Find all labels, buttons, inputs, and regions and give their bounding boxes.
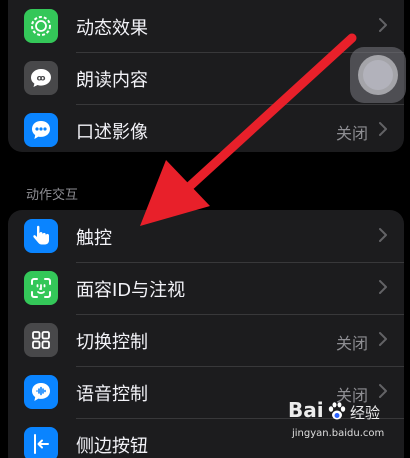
chevron-right-icon [379, 280, 387, 294]
voice-control-icon [24, 375, 58, 409]
settings-row-audio-descriptions[interactable]: 口述影像 关闭 [8, 104, 404, 152]
settings-row-label: 切换控制 [76, 332, 148, 353]
screen: 动态效果 ꝏ 朗读内容 口述影像 关闭 动作交互 触控 面容ID与注视 切换控制… [0, 0, 410, 458]
speech-bubble-icon: ꝏ [24, 61, 58, 95]
section-header-interaction: 动作交互 [26, 188, 79, 203]
settings-row-label: 语音控制 [76, 384, 148, 405]
settings-row-touch[interactable]: 触控 [8, 210, 404, 262]
svg-text:ꝏ: ꝏ [37, 74, 46, 83]
settings-row-label: 面容ID与注视 [76, 280, 186, 301]
chevron-right-icon [379, 228, 387, 242]
settings-row-value: 关闭 [335, 124, 368, 143]
watermark-url: jingyan.baidu.com [292, 428, 385, 439]
settings-row-label: 朗读内容 [76, 70, 148, 91]
settings-row-label: 侧边按钮 [76, 436, 148, 457]
motion-icon [24, 9, 58, 43]
face-id-icon [24, 271, 58, 305]
settings-row-spoken-content[interactable]: ꝏ 朗读内容 [8, 52, 404, 104]
touch-hand-icon [24, 219, 58, 253]
assistive-touch-button[interactable] [350, 47, 406, 103]
chevron-right-icon [379, 18, 387, 32]
audio-description-icon [24, 113, 58, 147]
watermark-logo-text: Bai [288, 398, 324, 422]
switch-control-icon [24, 323, 58, 357]
settings-row-motion[interactable]: 动态效果 [8, 0, 404, 52]
chevron-right-icon [379, 122, 387, 136]
side-button-icon [24, 427, 58, 458]
chevron-right-icon [379, 332, 387, 346]
settings-row-label: 口述影像 [76, 122, 148, 143]
settings-row-label: 动态效果 [76, 18, 148, 39]
assistive-touch-ring [358, 55, 398, 95]
baidu-watermark: Bai 经验 jingyan.baidu.com [288, 396, 398, 446]
paw-icon [328, 402, 346, 420]
watermark-brand: 经验 [350, 404, 381, 422]
settings-row-value: 关闭 [335, 334, 368, 353]
settings-row-face-id-attention[interactable]: 面容ID与注视 [8, 262, 404, 314]
assistive-touch-core [363, 60, 393, 90]
settings-row-switch-control[interactable]: 切换控制 关闭 [8, 314, 404, 366]
settings-row-label: 触控 [76, 228, 112, 249]
settings-group-vision: 动态效果 ꝏ 朗读内容 口述影像 关闭 [8, 0, 404, 152]
